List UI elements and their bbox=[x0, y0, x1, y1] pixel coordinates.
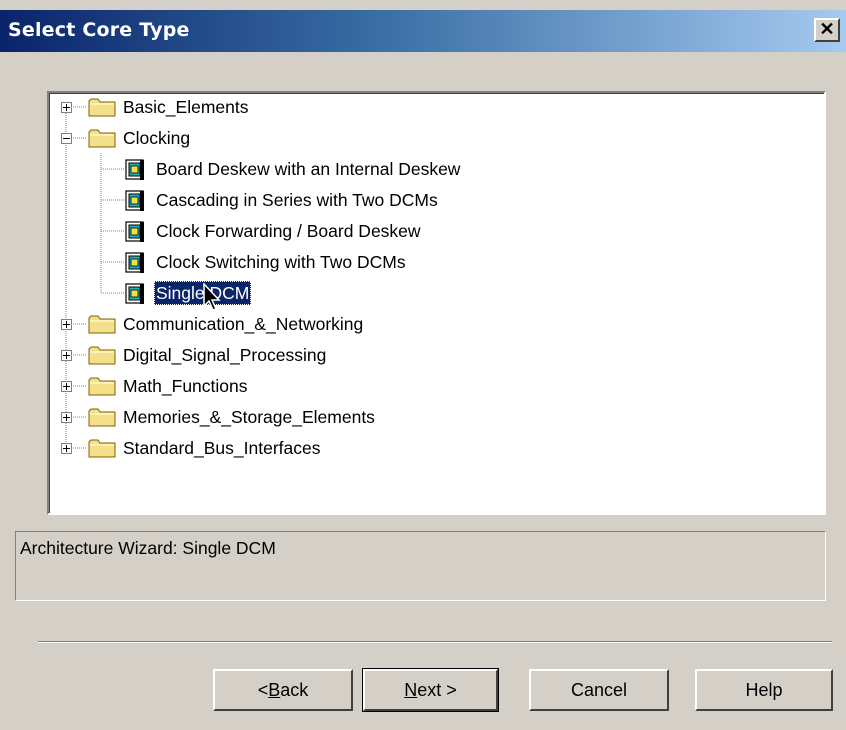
expand-icon[interactable] bbox=[61, 412, 72, 423]
tree-item-label: Math_Functions bbox=[123, 376, 248, 396]
core-type-tree[interactable]: Basic_Elements Clocking Board Deskew with … bbox=[47, 91, 826, 515]
dialog-title: Select Core Type bbox=[8, 19, 190, 41]
folder-icon bbox=[88, 315, 116, 334]
tree-item-label: Standard_Bus_Interfaces bbox=[123, 438, 321, 458]
tree-core-item[interactable]: Board Deskew with an Internal Deskew bbox=[49, 154, 819, 185]
tree-item-label: Board Deskew with an Internal Deskew bbox=[156, 159, 461, 179]
folder-icon bbox=[88, 346, 116, 365]
tree-core-item[interactable]: Single DCM bbox=[49, 278, 819, 309]
tree-core-item[interactable]: Clock Forwarding / Board Deskew bbox=[49, 216, 819, 247]
tree-folder-item[interactable]: Digital_Signal_Processing bbox=[49, 340, 819, 371]
tree-item-label: Communication_&_Networking bbox=[123, 314, 364, 334]
tree-item-label: Cascading in Series with Two DCMs bbox=[156, 190, 438, 210]
back-button[interactable]: < Back bbox=[213, 669, 353, 711]
close-button[interactable]: ✕ bbox=[814, 18, 840, 42]
description-box: Architecture Wizard: Single DCM bbox=[15, 531, 826, 601]
description-text: Architecture Wizard: Single DCM bbox=[20, 538, 276, 558]
back-prefix: < bbox=[257, 679, 269, 700]
tree-core-item[interactable]: Clock Switching with Two DCMs bbox=[49, 247, 819, 278]
tree-folder-item[interactable]: Clocking bbox=[49, 123, 819, 154]
folder-icon bbox=[88, 377, 116, 396]
tree-folder-item[interactable]: Basic_Elements bbox=[49, 92, 819, 123]
core-file-icon bbox=[125, 190, 144, 211]
collapse-icon[interactable] bbox=[61, 133, 72, 144]
folder-icon bbox=[88, 408, 116, 427]
tree-folder-item[interactable]: Communication_&_Networking bbox=[49, 309, 819, 340]
close-icon: ✕ bbox=[819, 19, 835, 39]
next-button[interactable]: Next > bbox=[362, 668, 499, 712]
tree-item-label: Clock Forwarding / Board Deskew bbox=[156, 221, 421, 241]
expand-icon[interactable] bbox=[61, 443, 72, 454]
tree-item-label: Clocking bbox=[123, 128, 191, 148]
cancel-button[interactable]: Cancel bbox=[529, 669, 669, 711]
separator-line bbox=[38, 641, 832, 643]
select-core-type-dialog: Select Core Type ✕ Basic_Elements Clocki… bbox=[0, 0, 846, 730]
tree-item-label: Clock Switching with Two DCMs bbox=[156, 252, 406, 272]
tree-item-label: Memories_&_Storage_Elements bbox=[123, 407, 375, 427]
expand-icon[interactable] bbox=[61, 381, 72, 392]
core-file-icon bbox=[125, 252, 144, 273]
core-file-icon bbox=[125, 283, 144, 304]
tree-folder-item[interactable]: Standard_Bus_Interfaces bbox=[49, 433, 819, 464]
back-mnemonic: B bbox=[268, 679, 281, 700]
tree-item-label: Basic_Elements bbox=[123, 97, 249, 117]
title-bar[interactable]: Select Core Type ✕ bbox=[0, 10, 846, 52]
tree-item-label: Digital_Signal_Processing bbox=[123, 345, 327, 365]
tree-folder-item[interactable]: Memories_&_Storage_Elements bbox=[49, 402, 819, 433]
core-file-icon bbox=[125, 221, 144, 242]
mouse-cursor-icon bbox=[203, 283, 221, 311]
core-file-icon bbox=[125, 159, 144, 180]
help-button[interactable]: Help bbox=[695, 669, 833, 711]
expand-icon[interactable] bbox=[61, 102, 72, 113]
expand-icon[interactable] bbox=[61, 350, 72, 361]
next-mnemonic: N bbox=[404, 679, 418, 700]
folder-icon bbox=[88, 98, 116, 117]
tree-core-item[interactable]: Cascading in Series with Two DCMs bbox=[49, 185, 819, 216]
back-rest: ack bbox=[280, 679, 309, 700]
expand-icon[interactable] bbox=[61, 319, 72, 330]
folder-icon bbox=[88, 439, 116, 458]
next-rest: ext > bbox=[417, 679, 457, 700]
tree-folder-item[interactable]: Math_Functions bbox=[49, 371, 819, 402]
folder-icon bbox=[88, 129, 116, 148]
